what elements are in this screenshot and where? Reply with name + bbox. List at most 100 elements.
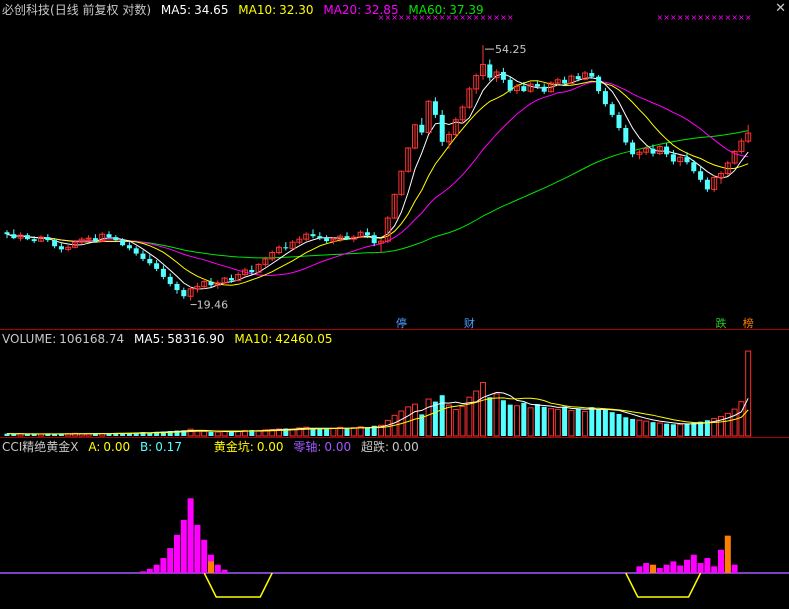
candle-body-down <box>487 64 493 78</box>
volume-bar-up <box>527 407 534 437</box>
cci-bar-alt <box>724 535 731 573</box>
candle-body-down <box>310 234 316 237</box>
candle-body-down <box>670 154 676 162</box>
price-header: 必创科技(日线 前复权 对数) MA5: 34.65 MA10: 32.30 MA2… <box>2 3 490 17</box>
candle-body-down <box>691 162 697 172</box>
ma20-line <box>6 80 749 277</box>
cci-bar <box>174 534 180 573</box>
candle-body-down <box>147 258 153 264</box>
limit-marker: × <box>738 13 745 22</box>
limit-marker: × <box>718 13 725 22</box>
volume-bar-up <box>214 431 221 437</box>
cci-bar-alt <box>208 561 214 573</box>
cci-bar <box>643 563 650 573</box>
limit-marker: × <box>500 13 507 22</box>
limit-marker: × <box>493 13 500 22</box>
event-marker: 财 <box>464 316 475 330</box>
gold-value: 0.00 <box>256 440 284 454</box>
volume-bar-up <box>330 427 337 437</box>
chart-mode: (日线 前复权 对数) <box>50 3 152 17</box>
candle-body-down <box>249 269 255 273</box>
vol-ma10-legend: MA10: 42460.05 <box>234 332 332 346</box>
volume-bar-up <box>384 419 391 437</box>
ma10-label: MA10: <box>238 3 277 17</box>
cci-name: CCI精绝黄金X <box>2 440 79 454</box>
candle-body-down <box>154 263 160 269</box>
cci-bar <box>718 549 724 573</box>
volume-bar-up <box>493 393 500 437</box>
cci-bar <box>731 564 738 573</box>
chaodie-value: 0.00 <box>392 440 419 454</box>
volume-bar-down <box>691 422 697 436</box>
vol-ma10-value: 42460.05 <box>275 332 333 346</box>
volume-bar-up <box>350 427 357 437</box>
stock-chart[interactable]: × × × × × × × × × × × × × × × × × × × × × × × × × × × × × × × × × × 54.25 1… <box>0 0 789 605</box>
volume-bar-up <box>738 401 745 437</box>
candle-body-down <box>160 268 166 277</box>
candle-body-down <box>317 236 323 239</box>
candle-body-down <box>120 240 126 246</box>
cci-bar <box>711 566 718 573</box>
candle-body-down <box>609 104 615 115</box>
volume-bar-down <box>602 409 608 436</box>
limit-marker: × <box>731 13 738 22</box>
candle-body-down <box>167 276 173 284</box>
volume-bar-down <box>589 407 595 436</box>
gold-label: 黄金坑: <box>213 440 254 454</box>
candle-body-down <box>52 240 58 247</box>
limit-marker: × <box>656 13 663 22</box>
limit-marker: × <box>663 13 670 22</box>
candle-body-down <box>521 86 527 92</box>
candle-body-down <box>371 235 377 244</box>
volume-bar-down <box>534 404 540 436</box>
candle-body-down <box>541 86 547 92</box>
volume-legend: VOLUME: 106168.74 <box>2 332 124 346</box>
cci-bar <box>194 524 201 573</box>
candle-body-down <box>31 239 37 242</box>
golden-pit <box>625 572 702 598</box>
candle-body-down <box>562 79 568 84</box>
ma60-value: 37.39 <box>449 3 484 17</box>
volume-bar-down <box>507 404 513 436</box>
cci-header: CCI精绝黄金X A: 0.00 B: 0.17 黄金坑: 0.00 零轴: 0.00 … <box>2 440 425 454</box>
ma20-value: 32.85 <box>364 3 399 17</box>
candle-body-down <box>45 237 51 241</box>
limit-marker: × <box>745 13 752 22</box>
volume-bar-down <box>616 414 622 436</box>
volume-bar-up <box>480 382 486 437</box>
cci-bar <box>187 498 194 573</box>
candle-body-down <box>500 71 506 80</box>
ma60-label: MA60: <box>408 3 447 17</box>
volume-bar-down <box>500 400 506 436</box>
ma10-legend: MA10: 32.30 <box>238 3 313 17</box>
candle-body-down <box>596 76 602 92</box>
cci-bar <box>214 564 221 573</box>
cci-bar <box>684 559 690 573</box>
close-icon[interactable]: ✕ <box>775 1 786 16</box>
candle-body-down <box>364 232 370 236</box>
candle-body-down <box>507 79 513 91</box>
volume-bar-up <box>643 420 650 437</box>
candle-body-down <box>589 73 595 77</box>
vol-ma5-label: MA5: <box>134 332 165 346</box>
limit-marker: × <box>704 13 711 22</box>
candle-body-down <box>534 84 540 87</box>
cci-bar <box>167 548 174 573</box>
cci-bar <box>146 568 153 573</box>
cci-a-label: A: <box>88 440 101 454</box>
candle-body-down <box>324 238 330 242</box>
cci-a-value: 0.00 <box>103 440 131 454</box>
candle-body-down <box>432 101 438 115</box>
volume-bar-up <box>425 398 432 437</box>
candle-body-down <box>419 124 425 133</box>
chart-canvas[interactable]: × × × × × × × × × × × × × × × × × × × × × × × × × × × × × × × × × ×54.251… <box>0 0 789 605</box>
candle-body-down <box>704 179 710 190</box>
candle-body-down <box>575 76 581 80</box>
stock-name: 必创科技 <box>2 3 51 17</box>
volume-bar-down <box>541 406 547 436</box>
volume-bar-down <box>344 428 350 436</box>
candle-body-down <box>106 234 112 238</box>
cci-a-legend: A: 0.00 <box>88 440 130 454</box>
candle-body-down <box>228 278 234 281</box>
limit-marker: × <box>690 13 697 22</box>
